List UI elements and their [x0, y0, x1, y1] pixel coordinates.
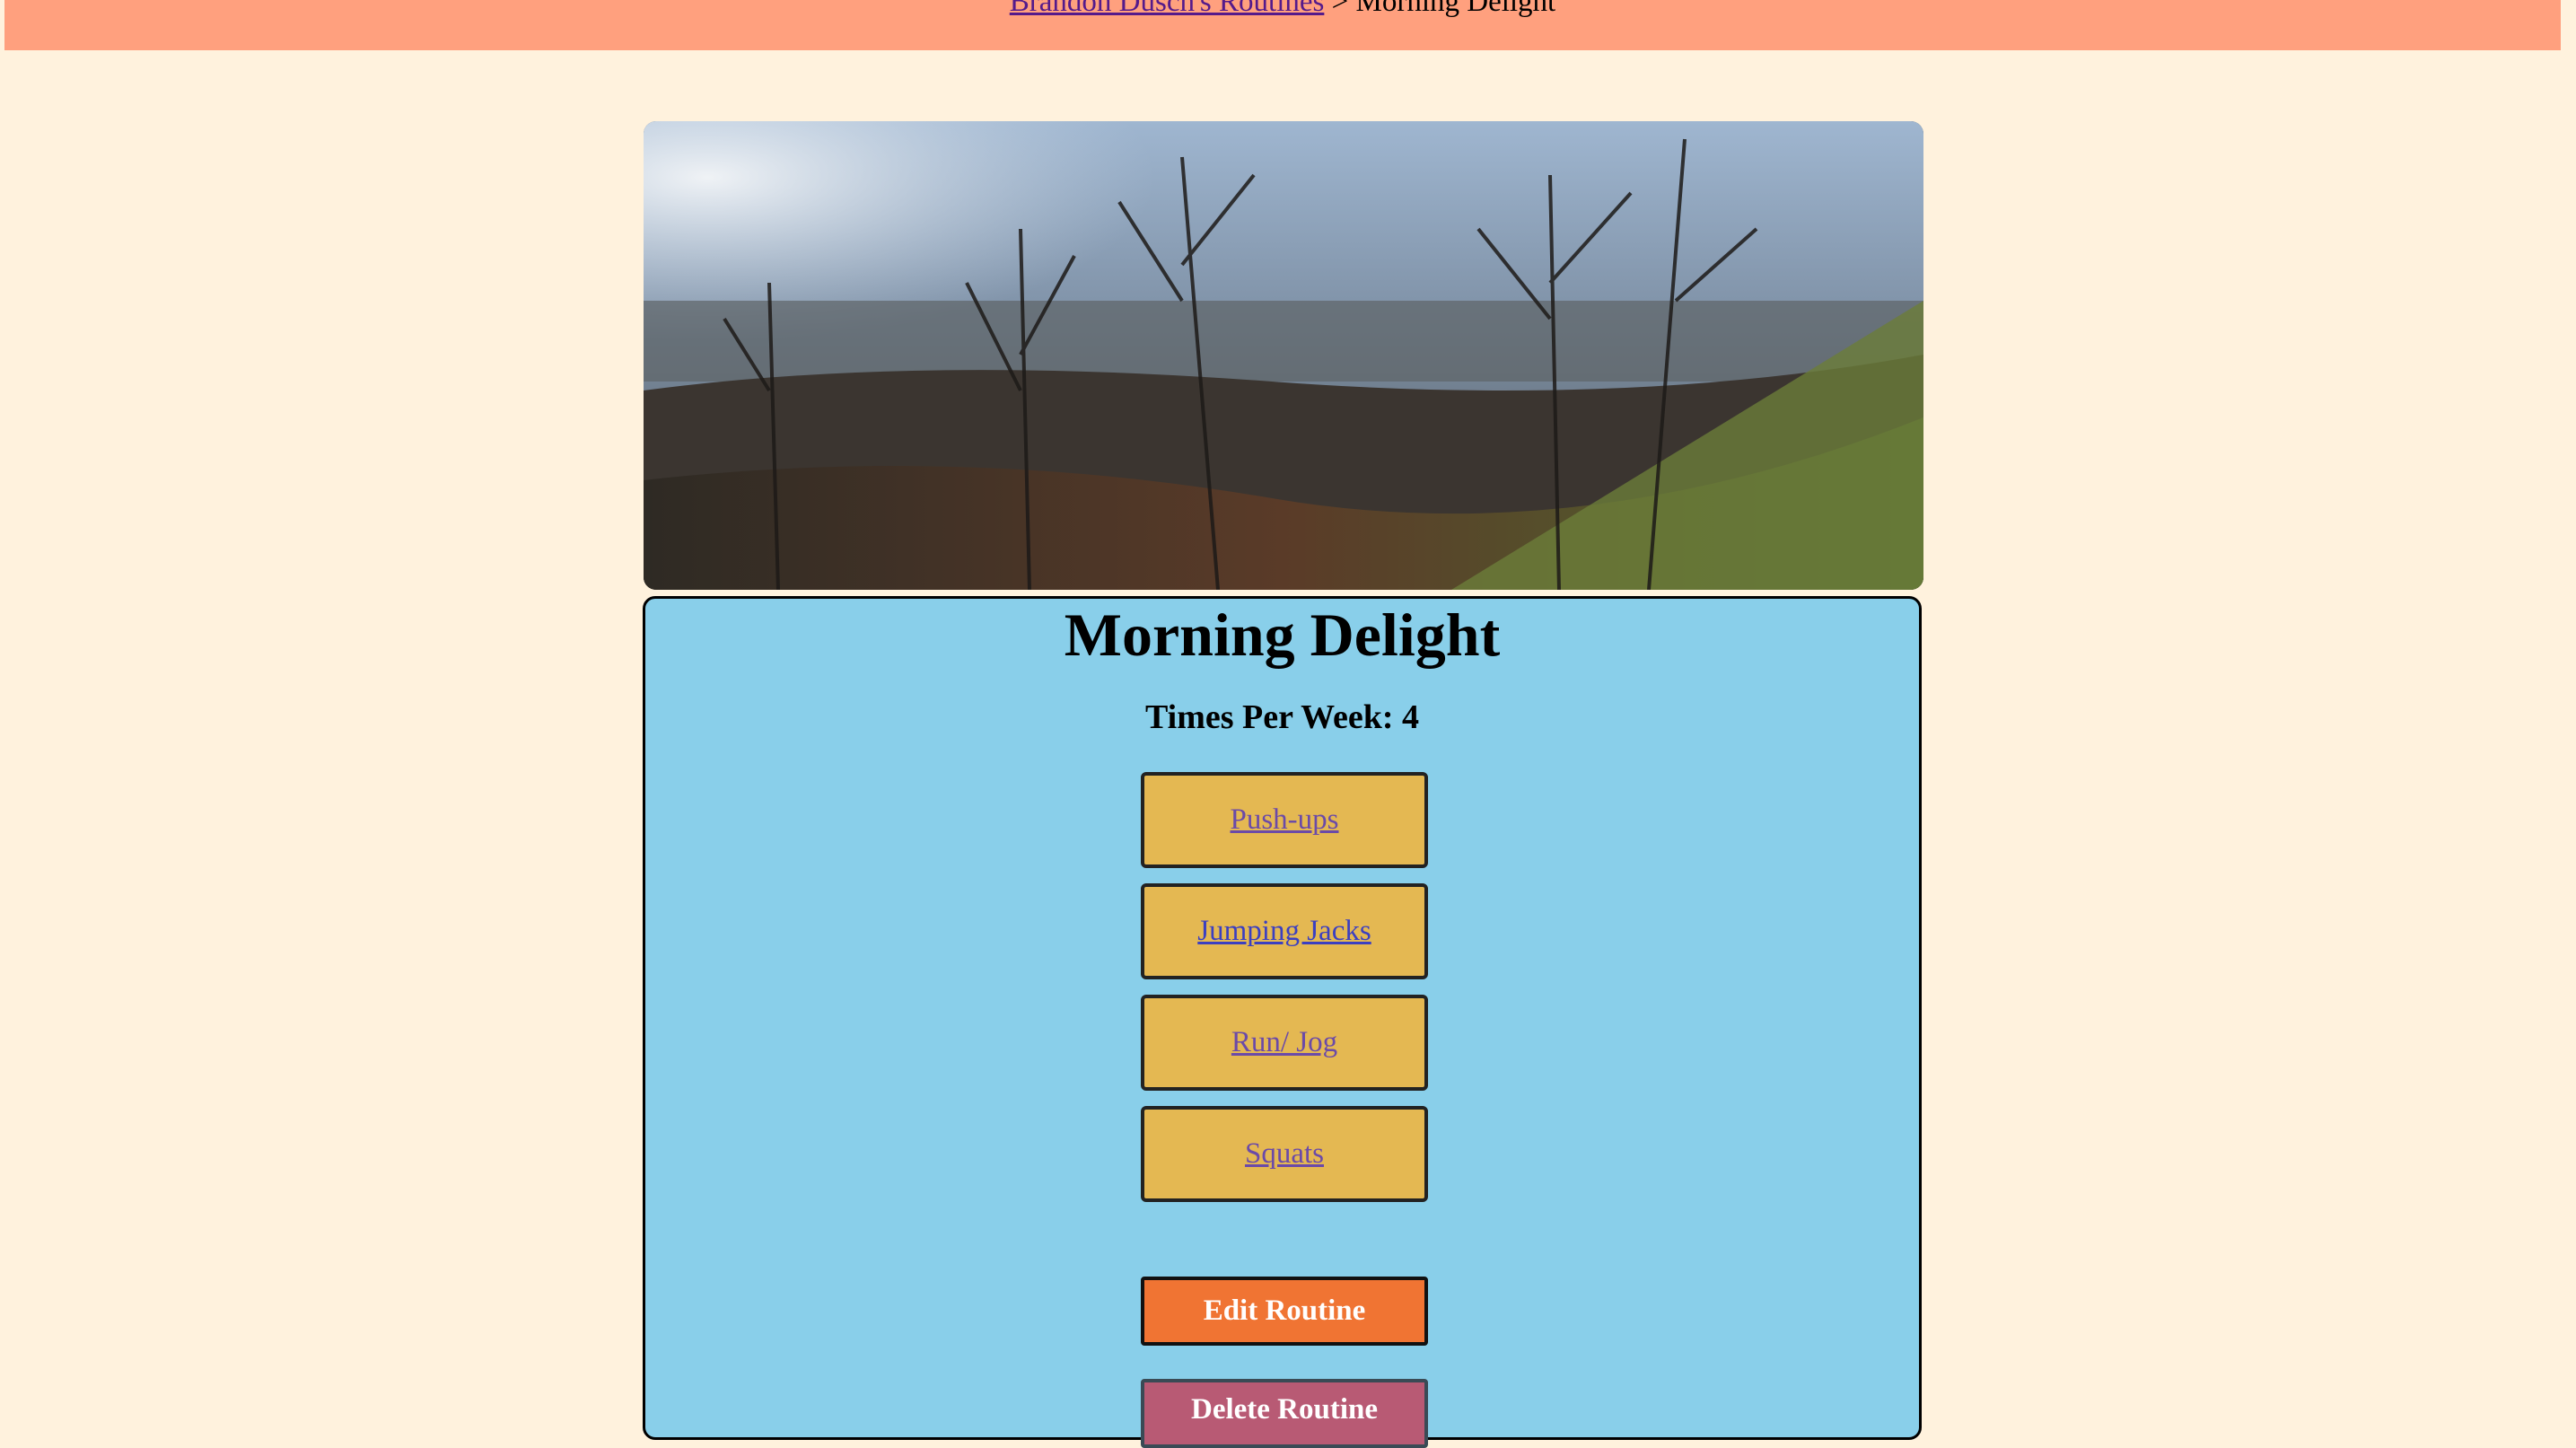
- exercise-item-push-ups[interactable]: Push-ups: [1141, 772, 1428, 868]
- landscape-image-art: [644, 121, 1923, 590]
- exercise-link[interactable]: Run/ Jog: [1231, 1026, 1337, 1059]
- landscape-banner-image: [644, 121, 1923, 590]
- breadcrumb-routines-link[interactable]: Brandon Dusch's Routines: [1010, 0, 1325, 18]
- routine-title: Morning Delight: [1064, 601, 1501, 669]
- breadcrumb-separator: >: [1324, 0, 1356, 18]
- exercise-link[interactable]: Jumping Jacks: [1197, 915, 1371, 948]
- exercise-link[interactable]: Push-ups: [1230, 803, 1338, 837]
- times-per-week: Times Per Week: 4: [1144, 698, 1420, 736]
- exercise-item-run-jog[interactable]: Run/ Jog: [1141, 995, 1428, 1091]
- breadcrumb-current: Morning Delight: [1355, 0, 1556, 18]
- exercise-item-jumping-jacks[interactable]: Jumping Jacks: [1141, 883, 1428, 979]
- top-header-bar: Brandon Dusch's Routines > Morning Delig…: [4, 0, 2561, 50]
- breadcrumb: Brandon Dusch's Routines > Morning Delig…: [4, 0, 2561, 20]
- exercise-link[interactable]: Squats: [1245, 1137, 1324, 1171]
- edit-routine-button[interactable]: Edit Routine: [1141, 1277, 1428, 1346]
- exercise-item-squats[interactable]: Squats: [1141, 1106, 1428, 1202]
- delete-routine-button[interactable]: Delete Routine: [1141, 1379, 1428, 1448]
- routine-card: Morning Delight Times Per Week: 4 Push-u…: [643, 596, 1922, 1448]
